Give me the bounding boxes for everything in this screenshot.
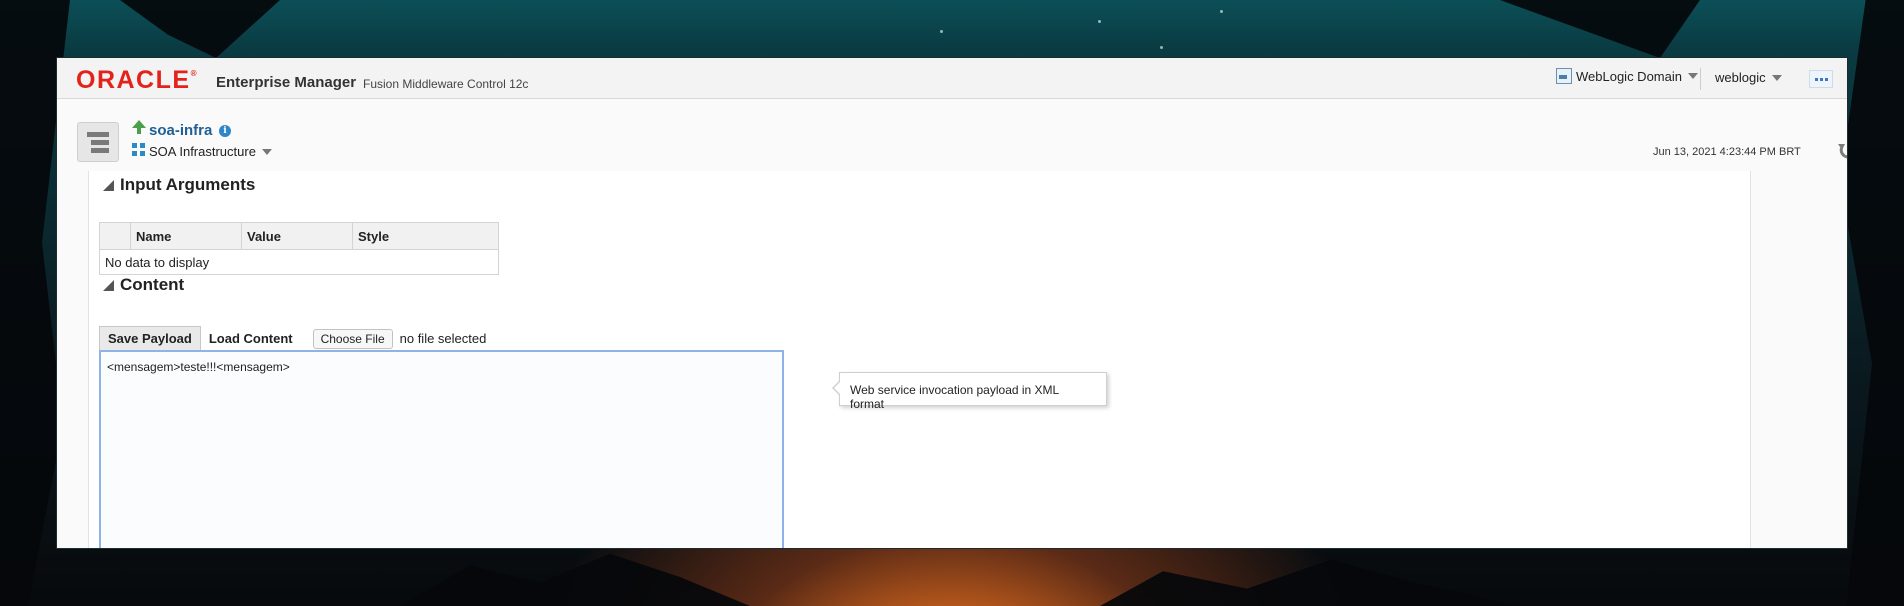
target-type-menu[interactable]: SOA Infrastructure bbox=[149, 144, 272, 159]
file-status: no file selected bbox=[399, 331, 487, 346]
test-web-service-panel: Input Arguments Name Value Style No data… bbox=[88, 171, 1751, 548]
content-title: Content bbox=[120, 275, 185, 294]
table-header-row: Name Value Style bbox=[99, 222, 499, 250]
weblogic-domain-icon bbox=[1556, 68, 1572, 84]
content-header[interactable]: Content bbox=[103, 275, 184, 295]
weblogic-domain-label: WebLogic Domain bbox=[1576, 68, 1682, 84]
oracle-logo: ORACLE® bbox=[76, 66, 197, 94]
em-window: ORACLE® Enterprise Manager Fusion Middle… bbox=[57, 58, 1847, 548]
target-type-label: SOA Infrastructure bbox=[149, 144, 256, 159]
collapse-icon bbox=[103, 279, 114, 291]
payload-editor[interactable]: <mensagem>teste!!!<mensagem> bbox=[99, 350, 784, 548]
payload-tooltip: Web service invocation payload in XML fo… bbox=[832, 372, 1107, 411]
top-bar: ORACLE® Enterprise Manager Fusion Middle… bbox=[57, 58, 1847, 99]
more-icon[interactable] bbox=[1809, 70, 1833, 88]
input-arguments-header[interactable]: Input Arguments bbox=[103, 175, 255, 195]
page-timestamp: Jun 13, 2021 4:23:44 PM BRT bbox=[1653, 146, 1801, 158]
product-subtitle: Fusion Middleware Control 12c bbox=[363, 77, 529, 91]
empty-table-message: No data to display bbox=[99, 249, 499, 275]
up-arrow-icon bbox=[132, 120, 146, 134]
column-header-select bbox=[99, 222, 131, 250]
user-menu-label: weblogic bbox=[1715, 70, 1766, 85]
user-menu[interactable]: weblogic bbox=[1715, 70, 1782, 85]
column-header-style[interactable]: Style bbox=[352, 222, 499, 250]
content-tabs: Save Payload Load Content Choose File no… bbox=[99, 326, 486, 351]
input-arguments-title: Input Arguments bbox=[120, 175, 256, 194]
column-header-value[interactable]: Value bbox=[241, 222, 353, 250]
soa-icon bbox=[132, 143, 146, 157]
input-arguments-table: Name Value Style No data to display bbox=[99, 222, 499, 275]
choose-file-button[interactable]: Choose File bbox=[312, 328, 393, 349]
target-name-link[interactable]: soa-infra bbox=[149, 122, 212, 139]
refresh-icon[interactable] bbox=[1838, 140, 1847, 160]
menu-icon[interactable] bbox=[77, 122, 119, 162]
product-title: Enterprise Manager bbox=[216, 74, 357, 91]
tab-load-content[interactable]: Load Content bbox=[201, 327, 301, 351]
tab-save-payload[interactable]: Save Payload bbox=[99, 326, 201, 351]
weblogic-domain-menu[interactable]: WebLogic Domain bbox=[1556, 68, 1698, 84]
menu-divider bbox=[1700, 68, 1701, 90]
info-icon[interactable]: i bbox=[219, 125, 231, 137]
chevron-down-icon bbox=[1687, 73, 1698, 79]
chevron-down-icon bbox=[1771, 74, 1782, 81]
chevron-down-icon bbox=[261, 148, 272, 155]
column-header-name[interactable]: Name bbox=[130, 222, 242, 250]
collapse-icon bbox=[103, 179, 114, 191]
table-row: No data to display bbox=[99, 249, 499, 275]
